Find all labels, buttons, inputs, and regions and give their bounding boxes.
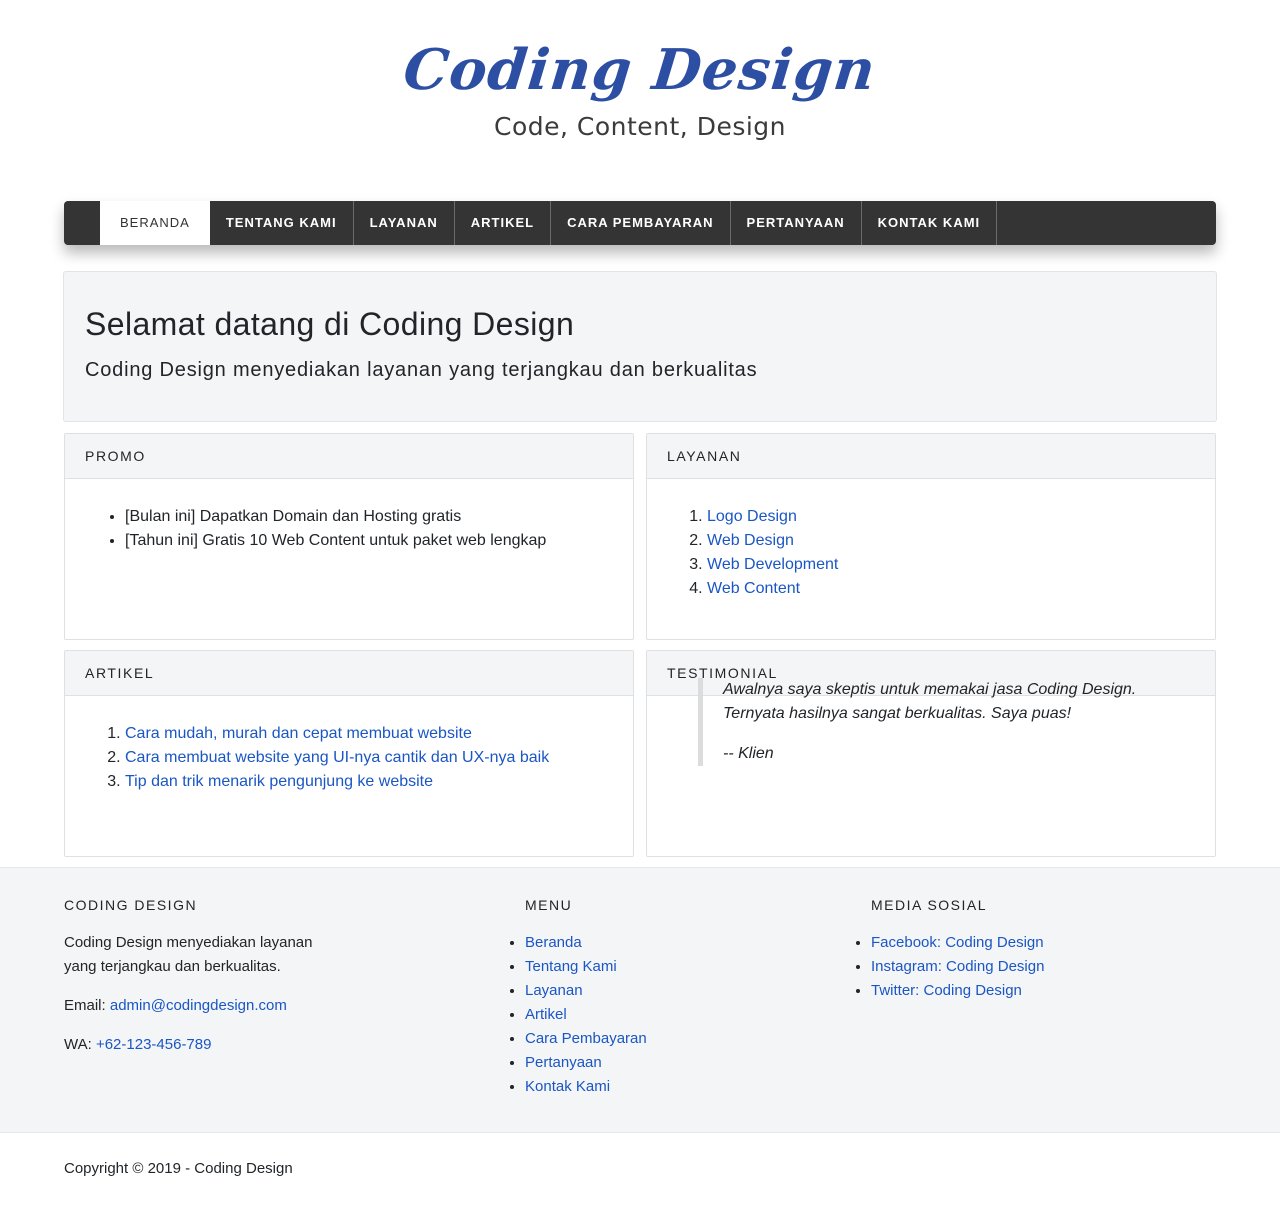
logo-text: Coding Design <box>400 37 880 103</box>
layanan-item: Web Design <box>707 529 1215 553</box>
footer-wa: WA: +62-123-456-789 <box>64 1033 364 1057</box>
footer-link-kontak-kami[interactable]: Kontak Kami <box>525 1078 610 1095</box>
layanan-link-web-development[interactable]: Web Development <box>707 556 838 573</box>
footer-social-item: Instagram: Coding Design <box>871 955 1153 979</box>
nav-item-artikel[interactable]: ARTIKEL <box>455 201 552 245</box>
footer-menu-item: Pertanyaan <box>525 1051 757 1075</box>
testimonial-line: Ternyata hasilnya sangat berkualitas. Sa… <box>723 705 1072 722</box>
nav-item-tentang-kami[interactable]: TENTANG KAMI <box>210 201 354 245</box>
footer-menu-item: Beranda <box>525 931 757 955</box>
hero-subtitle: Coding Design menyediakan layanan yang t… <box>85 359 758 381</box>
artikel-link[interactable]: Cara mudah, murah dan cepat membuat webs… <box>125 725 472 742</box>
testimonial-card: TESTIMONIAL Awalnya saya skeptis untuk m… <box>646 650 1216 857</box>
footer-about-text: Coding Design menyediakan layanan yang t… <box>64 931 364 979</box>
footer-menu-list: Beranda Tentang Kami Layanan Artikel Car… <box>507 931 757 1099</box>
footer-menu-heading: MENU <box>525 897 573 913</box>
layanan-card-body: Logo Design Web Design Web Development W… <box>647 479 1215 601</box>
layanan-item: Web Content <box>707 577 1215 601</box>
footer-about: CODING DESIGN Coding Design menyediakan … <box>64 893 364 1072</box>
footer-menu-item: Cara Pembayaran <box>525 1027 757 1051</box>
artikel-link[interactable]: Tip dan trik menarik pengunjung ke websi… <box>125 773 433 790</box>
footer-wa-label: WA: <box>64 1036 92 1053</box>
hero-jumbotron: Selamat datang di Coding Design Coding D… <box>63 271 1217 422</box>
footer-about-line: Coding Design menyediakan layanan <box>64 934 313 951</box>
logo[interactable]: Coding Design <box>0 34 1280 106</box>
nav-item-pertanyaan[interactable]: PERTANYAAN <box>731 201 862 245</box>
footer: CODING DESIGN Coding Design menyediakan … <box>0 867 1280 1133</box>
nav-item-layanan[interactable]: LAYANAN <box>354 201 455 245</box>
layanan-item: Logo Design <box>707 505 1215 529</box>
artikel-item: Cara membuat website yang UI-nya cantik … <box>125 746 633 770</box>
layanan-link-web-content[interactable]: Web Content <box>707 580 800 597</box>
footer-link-beranda[interactable]: Beranda <box>525 934 582 951</box>
footer-about-line: yang terjangkau dan berkualitas. <box>64 958 281 975</box>
footer-menu-item: Tentang Kami <box>525 955 757 979</box>
footer-social-item: Twitter: Coding Design <box>871 979 1153 1003</box>
artikel-list: Cara mudah, murah dan cepat membuat webs… <box>125 722 633 794</box>
footer-link-artikel[interactable]: Artikel <box>525 1006 567 1023</box>
testimonial-author: -- Klien <box>723 745 774 762</box>
nav-item-kontak-kami[interactable]: KONTAK KAMI <box>862 201 998 245</box>
artikel-link[interactable]: Cara membuat website yang UI-nya cantik … <box>125 749 549 766</box>
footer-menu-item: Artikel <box>525 1003 757 1027</box>
footer-menu-item: Layanan <box>525 979 757 1003</box>
copyright: Copyright © 2019 - Coding Design <box>64 1160 293 1177</box>
layanan-item: Web Development <box>707 553 1215 577</box>
footer-link-instagram[interactable]: Instagram: Coding Design <box>871 958 1044 975</box>
footer-email-link[interactable]: admin@codingdesign.com <box>110 997 287 1014</box>
layanan-link-web-design[interactable]: Web Design <box>707 532 794 549</box>
promo-card-body: [Bulan ini] Dapatkan Domain dan Hosting … <box>65 479 633 553</box>
layanan-link-logo-design[interactable]: Logo Design <box>707 508 797 525</box>
promo-item: [Tahun ini] Gratis 10 Web Content untuk … <box>125 529 633 553</box>
footer-email-label: Email: <box>64 997 106 1014</box>
layanan-card: LAYANAN Logo Design Web Design Web Devel… <box>646 433 1216 640</box>
footer-link-tentang-kami[interactable]: Tentang Kami <box>525 958 617 975</box>
footer-social-list: Facebook: Coding Design Instagram: Codin… <box>853 931 1153 1003</box>
layanan-card-heading: LAYANAN <box>647 434 1215 479</box>
artikel-item: Tip dan trik menarik pengunjung ke websi… <box>125 770 633 794</box>
promo-card: PROMO [Bulan ini] Dapatkan Domain dan Ho… <box>64 433 634 640</box>
footer-link-facebook[interactable]: Facebook: Coding Design <box>871 934 1044 951</box>
footer-link-cara-pembayaran[interactable]: Cara Pembayaran <box>525 1030 647 1047</box>
footer-link-pertanyaan[interactable]: Pertanyaan <box>525 1054 602 1071</box>
footer-about-heading: CODING DESIGN <box>64 897 198 913</box>
main-nav: BERANDA TENTANG KAMI LAYANAN ARTIKEL CAR… <box>64 201 1216 245</box>
footer-wa-link[interactable]: +62-123-456-789 <box>96 1036 212 1053</box>
testimonial-quote: Awalnya saya skeptis untuk memakai jasa … <box>698 678 1158 766</box>
footer-link-layanan[interactable]: Layanan <box>525 982 583 999</box>
footer-social-item: Facebook: Coding Design <box>871 931 1153 955</box>
nav-item-beranda[interactable]: BERANDA <box>100 201 210 245</box>
footer-menu-item: Kontak Kami <box>525 1075 757 1099</box>
footer-email: Email: admin@codingdesign.com <box>64 994 364 1018</box>
artikel-card-heading: ARTIKEL <box>65 651 633 696</box>
artikel-card: ARTIKEL Cara mudah, murah dan cepat memb… <box>64 650 634 857</box>
artikel-item: Cara mudah, murah dan cepat membuat webs… <box>125 722 633 746</box>
nav-item-cara-pembayaran[interactable]: CARA PEMBAYARAN <box>551 201 731 245</box>
hero-title: Selamat datang di Coding Design <box>85 306 575 342</box>
promo-card-heading: PROMO <box>65 434 633 479</box>
tagline: Code, Content, Design <box>493 112 787 141</box>
layanan-list: Logo Design Web Design Web Development W… <box>707 505 1215 601</box>
footer-social: MEDIA SOSIAL Facebook: Coding Design Ins… <box>853 893 1153 1003</box>
footer-social-heading: MEDIA SOSIAL <box>871 897 988 913</box>
promo-item: [Bulan ini] Dapatkan Domain dan Hosting … <box>125 505 633 529</box>
footer-menu: MENU Beranda Tentang Kami Layanan Artike… <box>507 893 757 1099</box>
promo-list: [Bulan ini] Dapatkan Domain dan Hosting … <box>125 505 633 553</box>
artikel-card-body: Cara mudah, murah dan cepat membuat webs… <box>65 696 633 794</box>
footer-link-twitter[interactable]: Twitter: Coding Design <box>871 982 1022 999</box>
testimonial-line: Awalnya saya skeptis untuk memakai jasa … <box>723 681 1137 698</box>
